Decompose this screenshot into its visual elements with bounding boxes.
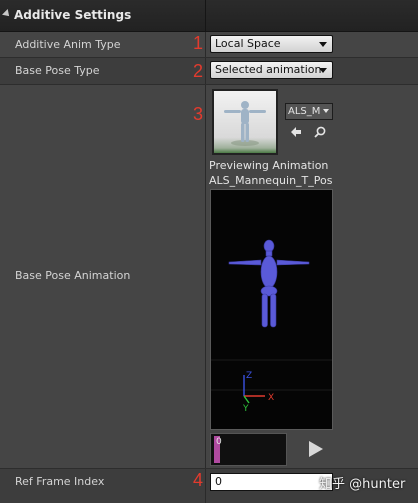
additive-anim-type-value: Local Space	[215, 37, 281, 50]
preview-caption-line2: ALS_Mannequin_T_Pos	[209, 174, 333, 187]
base-pose-animation-row: Base Pose Animation	[0, 85, 418, 469]
marker-4: 4	[193, 470, 204, 490]
chevron-down-icon	[319, 68, 327, 73]
chevron-down-icon	[323, 109, 329, 113]
timeline-scrubber[interactable]: 0	[210, 433, 287, 466]
search-icon[interactable]	[313, 125, 327, 139]
animation-preview-viewport[interactable]: Z X Y	[210, 189, 333, 430]
asset-picker-dropdown[interactable]: ALS_M	[285, 103, 333, 120]
additive-anim-type-dropdown[interactable]: Local Space	[210, 35, 333, 53]
animation-thumbnail[interactable]	[212, 89, 278, 155]
ref-frame-index-input[interactable]: 0	[210, 473, 333, 491]
additive-anim-type-label: Additive Anim Type	[15, 38, 121, 51]
play-icon[interactable]	[308, 440, 324, 458]
preview-caption-line1: Previewing Animation	[209, 159, 329, 172]
base-pose-type-label: Base Pose Type	[15, 64, 100, 77]
additive-settings-header[interactable]: Additive Settings	[0, 0, 418, 32]
column-divider	[205, 0, 206, 31]
ref-frame-index-label: Ref Frame Index	[15, 475, 105, 488]
row-divider	[205, 469, 206, 503]
mannequin-figure	[228, 239, 310, 328]
axis-gizmo: Z X Y	[242, 371, 274, 414]
preview-scene: Z X Y	[211, 239, 332, 414]
marker-3: 3	[193, 104, 204, 124]
base-pose-type-value: Selected animation	[215, 63, 322, 76]
axis-z-label: Z	[246, 371, 252, 381]
asset-picker-value: ALS_M	[288, 106, 321, 117]
axis-x-label: X	[268, 393, 274, 403]
axis-y-label: Y	[242, 404, 249, 414]
row-divider	[205, 58, 206, 84]
mannequin-thumbnail-icon	[224, 101, 266, 146]
marker-2: 2	[193, 61, 204, 81]
section-title: Additive Settings	[14, 8, 132, 22]
chevron-down-icon	[319, 42, 327, 47]
arrow-left-icon[interactable]	[289, 125, 303, 139]
additive-anim-type-row: Additive Anim Type 1 Local Space	[0, 32, 418, 58]
base-pose-type-dropdown[interactable]: Selected animation	[210, 61, 333, 79]
row-divider	[205, 85, 206, 468]
row-divider	[205, 32, 206, 57]
scrub-frame-label: 0	[216, 437, 222, 447]
collapse-arrow-icon[interactable]	[2, 9, 12, 19]
marker-1: 1	[193, 33, 204, 53]
base-pose-animation-label: Base Pose Animation	[15, 269, 131, 282]
watermark: 知乎 @hunter	[319, 477, 406, 492]
base-pose-type-row: Base Pose Type 2 Selected animation	[0, 58, 418, 85]
